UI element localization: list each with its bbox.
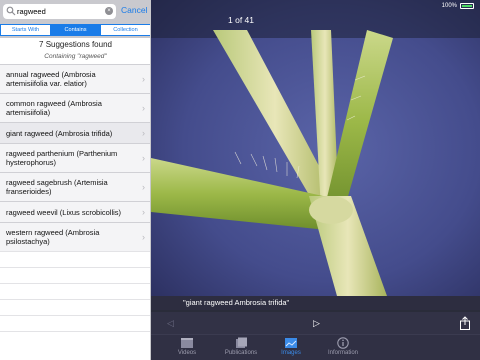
tab-label: Images [281, 350, 301, 356]
share-icon[interactable] [459, 316, 471, 330]
plant-photo[interactable] [151, 0, 480, 296]
list-item-label: ragweed sagebrush (Artemisia franserioid… [6, 178, 108, 196]
info-icon [337, 337, 349, 349]
list-item-label: common ragweed (Ambrosia artemisiifolia) [6, 99, 102, 117]
chevron-right-icon: › [142, 128, 145, 138]
cancel-button[interactable]: Cancel [121, 5, 147, 15]
suggestions-panel: ragweed × Cancel Starts With Contains Co… [0, 0, 151, 360]
chevron-right-icon: › [142, 153, 145, 163]
search-icon [6, 6, 16, 16]
images-icon [285, 338, 297, 348]
results-filter-note: Containing "ragweed" [44, 53, 107, 60]
segment-collection[interactable]: Collection [101, 24, 150, 36]
tab-images[interactable]: Images [261, 337, 321, 356]
empty-row [0, 299, 150, 315]
list-item[interactable]: ragweed sagebrush (Artemisia franserioid… [0, 172, 150, 201]
chevron-right-icon: › [142, 74, 145, 84]
tab-videos[interactable]: Videos [157, 337, 217, 356]
tab-label: Information [327, 350, 358, 356]
caption-bar: "giant ragweed Ambrosia trifida" [151, 296, 480, 310]
status-bar: 100% [442, 3, 474, 9]
giant-ragweed-stem-image [151, 0, 480, 296]
list-item[interactable]: western ragweed (Ambrosia psilostachya) … [0, 222, 150, 251]
previous-icon[interactable]: ◁ [167, 318, 174, 329]
image-viewer: 100% 1 of 41 "giant ragweed Ambrosia tri… [151, 0, 480, 360]
list-item[interactable]: giant ragweed (Ambrosia trifida) › [0, 122, 150, 143]
chevron-right-icon: › [142, 207, 145, 217]
publications-icon [236, 337, 247, 348]
search-mode-segmented-control: Starts With Contains Collection [0, 23, 150, 38]
empty-row [0, 315, 150, 331]
search-bar: ragweed × Cancel [0, 0, 150, 23]
playback-controls: ◁ ▷ [151, 312, 480, 334]
chevron-right-icon: › [142, 182, 145, 192]
search-input[interactable]: ragweed × [3, 4, 116, 19]
list-item-label: western ragweed (Ambrosia psilostachya) [6, 228, 100, 246]
empty-row [0, 331, 150, 347]
chevron-right-icon: › [142, 232, 145, 242]
tab-information[interactable]: Information [313, 337, 373, 356]
list-item-label: ragweed parthenium (Parthenium hysteroph… [6, 149, 118, 167]
tab-label: Videos [177, 350, 197, 356]
image-counter: 1 of 41 [228, 15, 254, 25]
list-item[interactable]: annual ragweed (Ambrosia artemisiifolia … [0, 64, 150, 93]
battery-percent: 100% [441, 3, 457, 9]
image-caption: "giant ragweed Ambrosia trifida" [183, 298, 290, 307]
list-item[interactable]: ragweed weevil (Lixus scrobicollis) › [0, 201, 150, 222]
segment-contains[interactable]: Contains [51, 24, 101, 36]
video-icon [181, 338, 193, 348]
list-item-label: annual ragweed (Ambrosia artemisiifolia … [6, 70, 96, 88]
list-item-label: giant ragweed (Ambrosia trifida) [6, 128, 113, 138]
segment-starts-with[interactable]: Starts With [0, 24, 51, 36]
chevron-right-icon: › [142, 103, 145, 113]
list-item[interactable]: ragweed parthenium (Parthenium hysteroph… [0, 143, 150, 172]
search-query: ragweed [17, 7, 46, 16]
empty-row [0, 283, 150, 299]
list-item[interactable]: common ragweed (Ambrosia artemisiifolia)… [0, 93, 150, 122]
play-icon[interactable]: ▷ [313, 318, 320, 329]
empty-row [0, 251, 150, 267]
tab-bar: Videos Publications Images Information [151, 334, 480, 360]
battery-icon [460, 3, 474, 9]
empty-row [0, 267, 150, 283]
suggestions-list: annual ragweed (Ambrosia artemisiifolia … [0, 64, 150, 347]
clear-icon[interactable]: × [105, 7, 113, 15]
list-item-label: ragweed weevil (Lixus scrobicollis) [6, 207, 122, 217]
results-count: 7 Suggestions found [39, 40, 112, 49]
